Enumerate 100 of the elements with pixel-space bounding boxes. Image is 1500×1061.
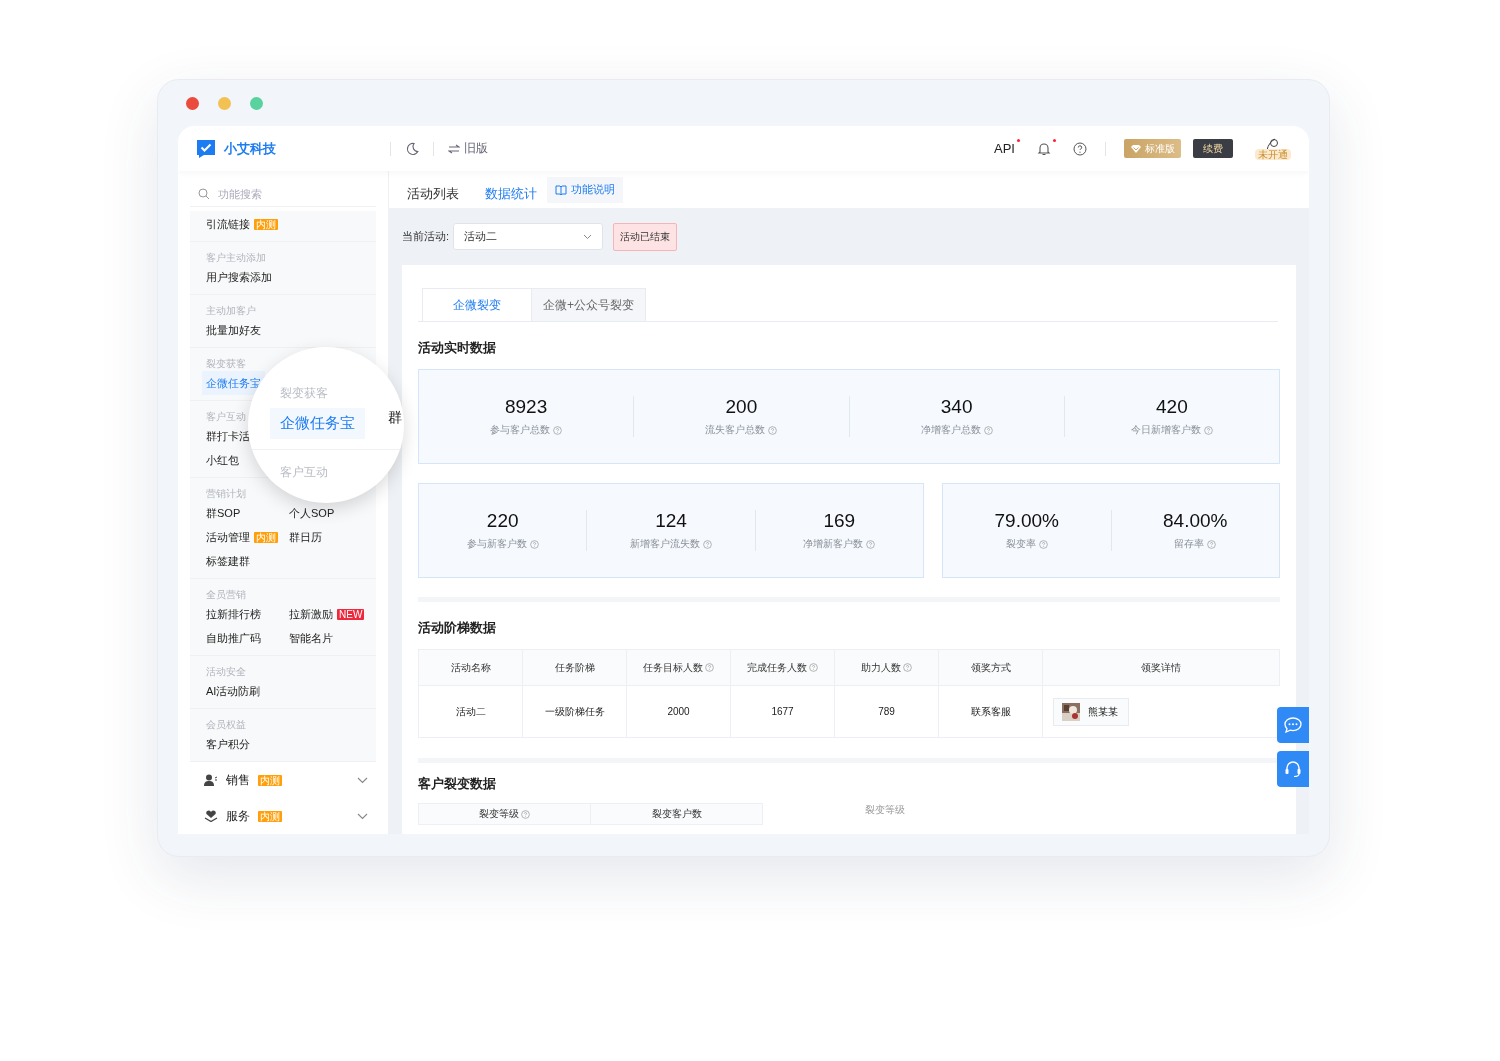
help-icon	[529, 539, 539, 549]
status-tag: 活动已结束	[613, 222, 678, 251]
column-header: 裂变等级	[418, 803, 591, 825]
menu-item-label: 活动管理	[206, 529, 250, 545]
section-title: 活动阶梯数据	[418, 619, 497, 637]
menu-group-title: 裂变获客	[280, 385, 328, 402]
brand-name: 小艾科技	[224, 139, 276, 158]
stat-label: 裂变率	[1005, 537, 1036, 551]
menu-group-title: 营销计划	[206, 487, 246, 501]
column-header: 活动名称	[419, 650, 523, 686]
stat-label: 今日新增客户数	[1130, 423, 1201, 437]
search-icon	[198, 187, 210, 200]
column-header: 任务阶梯	[523, 650, 627, 686]
bell-icon[interactable]	[1037, 141, 1051, 156]
stat-value: 8923	[505, 396, 548, 418]
table-cell: 活动二	[419, 686, 523, 738]
chart-label: 裂变等级	[865, 803, 905, 817]
tab[interactable]: 企微裂变	[422, 288, 532, 321]
beta-badge: 内测	[254, 531, 278, 543]
logo-icon	[196, 138, 216, 159]
table-cell: 一级阶梯任务	[523, 686, 627, 738]
column-header: 领奖详情	[1043, 650, 1280, 686]
table-cell: 联系客服	[939, 686, 1043, 738]
swap-icon	[448, 143, 460, 154]
renew-button[interactable]: 续费	[1193, 139, 1233, 158]
menu-item-label: 拉新激励	[289, 606, 333, 622]
menu-group-title: 客户互动	[280, 464, 328, 481]
column-header: 任务目标人数	[627, 650, 731, 686]
help-icon	[1207, 539, 1217, 549]
moon-icon[interactable]	[405, 141, 419, 156]
stat-value: 124	[655, 510, 687, 532]
section-title: 活动实时数据	[418, 339, 497, 357]
column-header: 助力人数	[835, 650, 939, 686]
chat-button[interactable]	[1277, 707, 1309, 743]
section-title: 客户裂变数据	[418, 775, 497, 793]
diamond-icon	[1130, 143, 1142, 154]
table-cell: 2000	[627, 686, 731, 738]
menu-group-title: 主动加客户	[206, 304, 256, 318]
help-icon	[703, 539, 712, 549]
menu-group-title: 客户互动	[206, 410, 246, 424]
winner-chip: 熊某某	[1053, 697, 1129, 726]
close-button[interactable]	[186, 96, 199, 110]
help-icon	[1038, 539, 1048, 549]
help-icon[interactable]	[1073, 141, 1087, 156]
stat-label: 留存率	[1174, 537, 1205, 551]
stat-label: 参与新客户数	[466, 537, 527, 551]
menu-item[interactable]: 引流链接 内测	[202, 212, 282, 236]
table-cell: 789	[835, 686, 939, 738]
support-button[interactable]	[1277, 751, 1309, 787]
help-icon	[983, 425, 993, 435]
heart-hand-icon	[204, 810, 218, 822]
column-header: 完成任务人数	[731, 650, 835, 686]
filter-label: 当前活动:	[402, 229, 450, 244]
stat-value: 200	[725, 396, 758, 418]
status-tag: 未开通	[1255, 149, 1291, 160]
help-icon	[866, 539, 876, 549]
stat-value: 84.00%	[1163, 510, 1228, 532]
menu-item[interactable]: 活动管理 内测	[202, 525, 282, 549]
menu-group-title: 活动安全	[206, 665, 246, 679]
menu-section[interactable]: 服务 内测	[190, 798, 376, 834]
beta-badge: 内测	[254, 218, 278, 230]
activity-select[interactable]: 活动二	[453, 223, 604, 250]
menu-item-label: 引流链接	[206, 216, 250, 232]
old-version-link[interactable]: 旧版	[448, 140, 488, 157]
api-link[interactable]: API	[994, 141, 1015, 156]
menu-group-title: 会员权益	[206, 718, 246, 732]
chat-icon	[1284, 717, 1302, 733]
beta-badge: 内测	[258, 810, 282, 822]
stat-label: 净增客户总数	[920, 423, 981, 437]
stat-label: 新增客户流失数	[630, 537, 700, 551]
column-header: 领奖方式	[939, 650, 1043, 686]
menu-section-label: 服务	[226, 807, 250, 825]
stat-value: 79.00%	[994, 510, 1059, 532]
tab[interactable]: 企微+公众号裂变	[531, 288, 646, 321]
menu-group-title: 全员营销	[206, 588, 246, 602]
search-field[interactable]: 功能搜索	[216, 186, 356, 201]
chevron-down-icon	[583, 233, 593, 240]
menu-group-title: 客户主动添加	[206, 251, 266, 265]
column-header: 裂变客户数	[591, 803, 763, 825]
help-icon	[1203, 425, 1213, 435]
stat-label: 参与客户总数	[490, 423, 551, 437]
stat-value: 220	[486, 510, 519, 532]
menu-item-label: 群	[388, 409, 402, 427]
menu-group-title: 裂变获客	[206, 357, 246, 371]
help-icon	[553, 425, 563, 435]
stat-value: 420	[1156, 396, 1188, 418]
help-button[interactable]: 功能说明	[547, 176, 623, 203]
new-badge: NEW	[337, 608, 365, 620]
menu-item[interactable]: 拉新激励 NEW	[285, 602, 369, 626]
stat-label: 流失客户总数	[705, 423, 766, 437]
stat-label: 净增新客户数	[803, 537, 864, 551]
menu-section[interactable]: 销售 内测	[190, 762, 376, 798]
book-icon	[555, 184, 567, 195]
menu-section-label: 销售	[226, 771, 250, 789]
table-cell: 1677	[731, 686, 835, 738]
headset-icon	[1284, 760, 1302, 778]
stat-value: 340	[940, 396, 973, 418]
beta-badge: 内测	[258, 774, 282, 786]
help-icon	[768, 425, 778, 435]
tab[interactable]: 活动列表	[407, 175, 459, 212]
